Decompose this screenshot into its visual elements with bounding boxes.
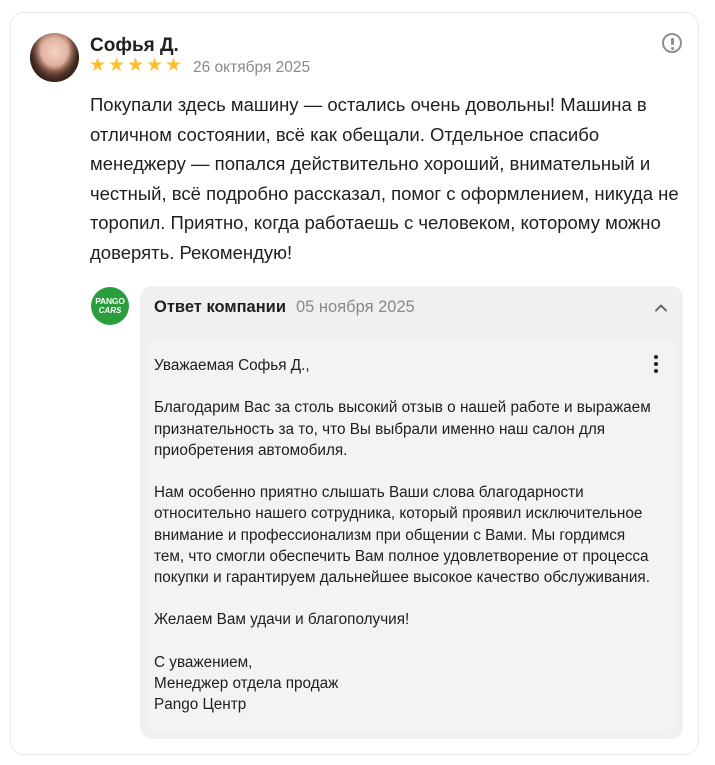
more-options-icon[interactable]: [647, 353, 665, 375]
reply-text: Уважаемая Софья Д., Благодарим Вас за ст…: [154, 357, 651, 714]
review-card: Софья Д. ★ ★ ★ ★ ★ 26 октября 2025 Покуп…: [10, 12, 699, 755]
company-reply: Ответ компании 05 ноября 2025 Уважаемая …: [140, 286, 683, 739]
avatar[interactable]: [30, 33, 79, 82]
reply-body: Уважаемая Софья Д., Благодарим Вас за ст…: [148, 340, 675, 731]
company-logo-line2: CARS: [98, 305, 122, 315]
star-icon: ★: [108, 55, 126, 76]
reply-date: 05 ноября 2025: [295, 298, 415, 316]
reply-title: Ответ компании: [154, 298, 286, 316]
star-icon: ★: [89, 55, 107, 76]
rating-stars: ★ ★ ★ ★ ★: [89, 55, 183, 76]
chevron-up-icon[interactable]: [653, 300, 669, 316]
author-name[interactable]: Софья Д.: [90, 35, 179, 57]
review-date: 26 октября 2025: [193, 59, 311, 76]
star-icon: ★: [146, 55, 164, 76]
review-text: Покупали здесь машину — остались очень д…: [90, 94, 679, 263]
company-logo-line1: PANGO: [95, 296, 125, 307]
star-icon: ★: [165, 55, 183, 76]
reply-header[interactable]: Ответ компании 05 ноября 2025: [154, 298, 415, 317]
report-icon[interactable]: [662, 33, 682, 53]
star-icon: ★: [127, 55, 145, 76]
company-logo: PANGO CARS: [91, 287, 129, 325]
